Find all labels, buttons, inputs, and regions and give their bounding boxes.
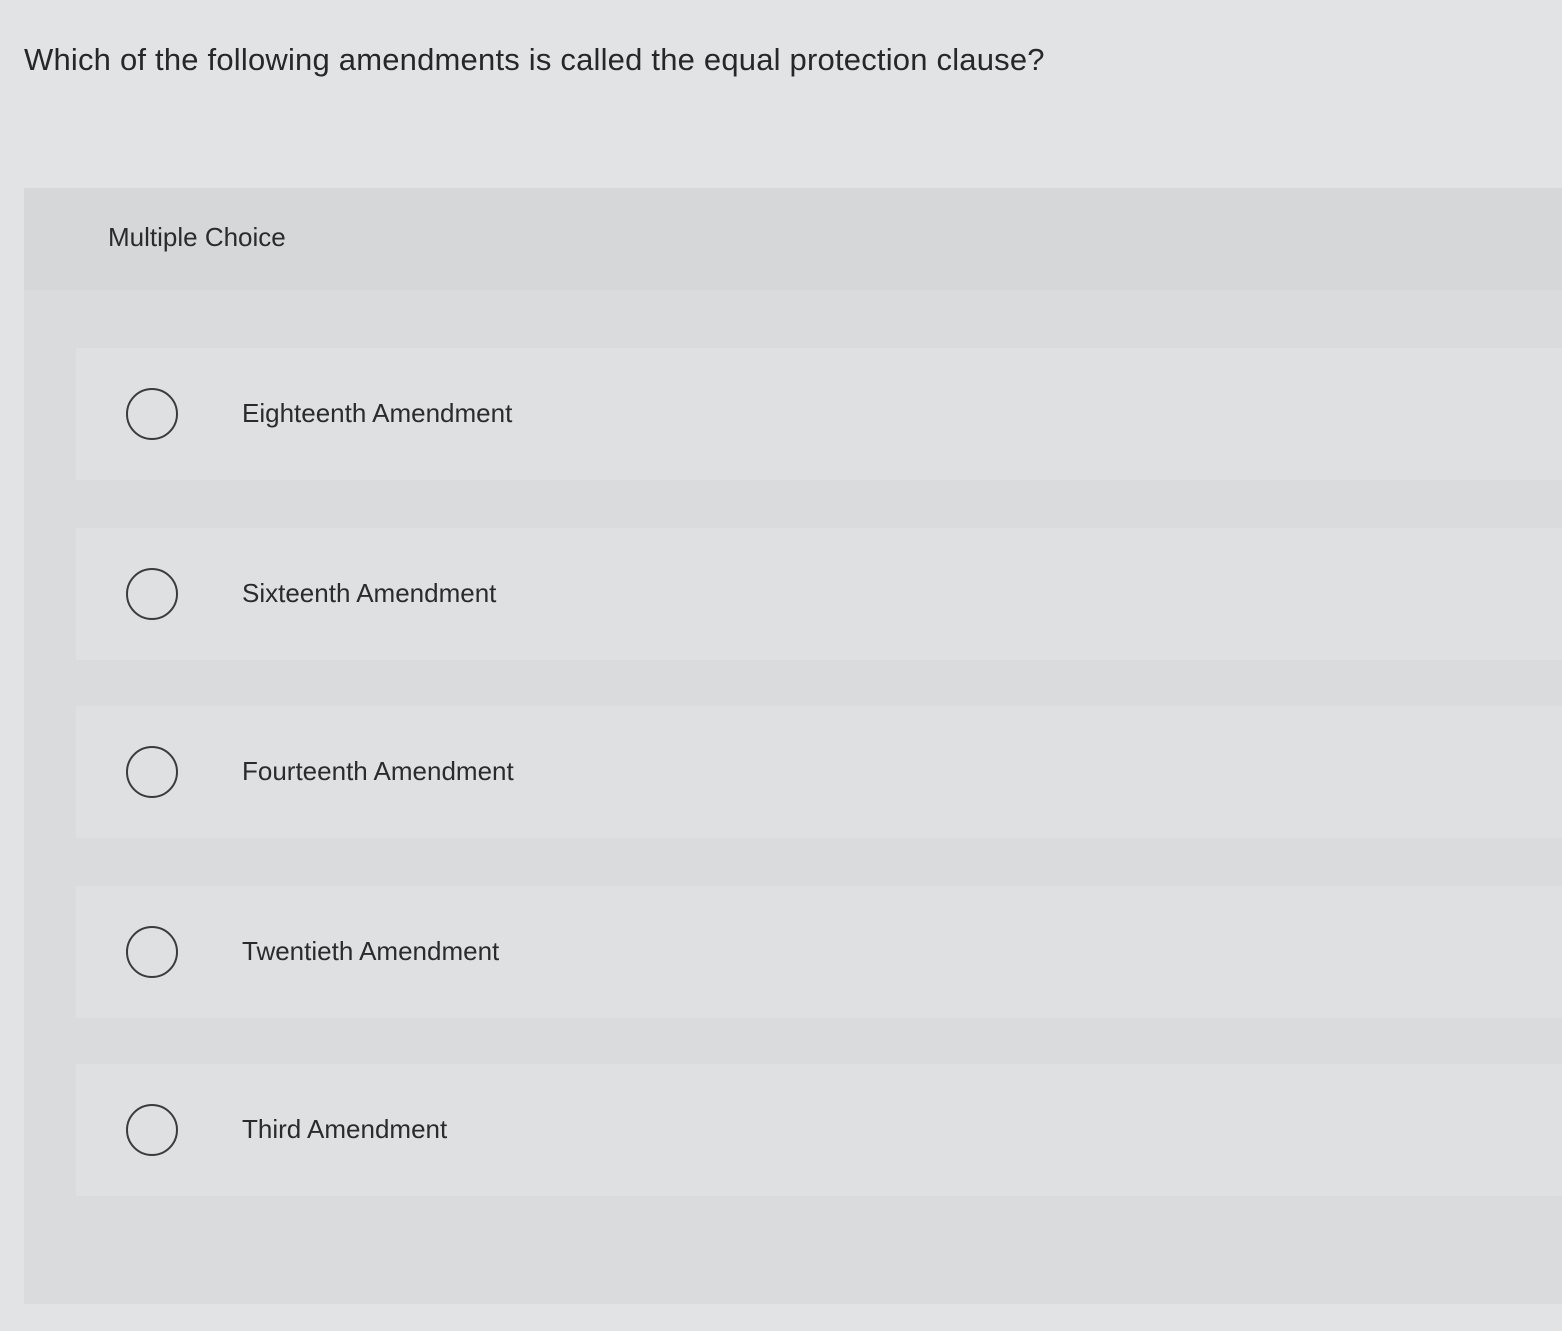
radio-button[interactable]: [126, 1104, 178, 1156]
answer-option-sixteenth[interactable]: Sixteenth Amendment: [76, 528, 1562, 660]
multiple-choice-card: Multiple Choice Eighteenth Amendment Six…: [24, 188, 1562, 1304]
answer-option-twentieth[interactable]: Twentieth Amendment: [76, 886, 1562, 1018]
option-label: Twentieth Amendment: [242, 936, 500, 966]
option-label: Fourteenth Amendment: [242, 756, 514, 786]
radio-button[interactable]: [126, 926, 178, 978]
card-header: Multiple Choice: [24, 188, 1562, 290]
question-text: Which of the following amendments is cal…: [24, 42, 1045, 77]
option-label: Eighteenth Amendment: [242, 398, 513, 428]
radio-button[interactable]: [126, 568, 178, 620]
radio-button[interactable]: [126, 388, 178, 440]
answer-option-third[interactable]: Third Amendment: [76, 1064, 1562, 1196]
multiple-choice-label: Multiple Choice: [108, 222, 286, 252]
answer-option-eighteenth[interactable]: Eighteenth Amendment: [76, 348, 1562, 480]
radio-button[interactable]: [126, 746, 178, 798]
option-label: Sixteenth Amendment: [242, 578, 497, 608]
answer-option-fourteenth[interactable]: Fourteenth Amendment: [76, 706, 1562, 838]
option-label: Third Amendment: [242, 1114, 448, 1144]
